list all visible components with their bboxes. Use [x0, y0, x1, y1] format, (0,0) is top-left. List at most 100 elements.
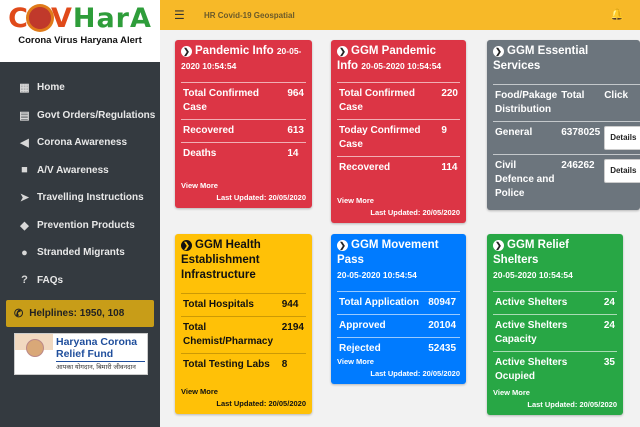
chevron-circle-icon: ❯ — [181, 240, 192, 251]
phone-icon: ✆ — [14, 308, 24, 320]
brand-logo[interactable]: C VHarA Corona Virus Haryana Alert — [0, 0, 160, 62]
covhara-logo: C VHarA — [8, 3, 152, 34]
last-updated: Last Updated: 20/05/2020 — [370, 208, 460, 217]
sidebar-item-travelling[interactable]: ➤ Travelling Instructions — [0, 184, 160, 212]
sidebar-item-corona-awareness[interactable]: ◀ Corona Awareness — [0, 129, 160, 157]
portrait-image — [15, 334, 53, 374]
stat-value: 14 — [285, 142, 306, 165]
click-label: Click — [602, 84, 640, 122]
stats-table: Food/Pakage Distribution Total Click Gener… — [493, 84, 640, 205]
sidebar-item-home[interactable]: ▦ Home — [0, 74, 160, 102]
page-title: HR Covid-19 Geospatial — [204, 10, 295, 20]
sidebar-item-label: Govt Orders/Regulations — [37, 109, 156, 121]
table-row: Recovered 114 — [337, 156, 460, 179]
stat-label: General — [493, 121, 560, 155]
stat-label: Approved — [337, 314, 427, 338]
stat-label: Today Confirmed Case — [337, 119, 440, 157]
chevron-circle-icon: ❯ — [337, 46, 348, 57]
sidebar-item-label: Stranded Migrants — [37, 247, 125, 259]
stat-label: Total Testing Labs — [181, 353, 280, 376]
stat-value: 8 — [279, 353, 306, 376]
sidebar-item-migrants[interactable]: ● Stranded Migrants — [0, 239, 160, 267]
essential-services-card: ❯ GGM Essential Services Food/Pakage Dist… — [487, 40, 640, 210]
card-date: 20-05-2020 10:54:54 — [337, 270, 417, 280]
stat-value: 246262 — [559, 154, 603, 205]
table-row: Total Hospitals 944 — [181, 293, 306, 317]
table-row: Approved 20104 — [337, 314, 460, 338]
sidebar-item-label: FAQs — [37, 274, 64, 286]
hamburger-icon[interactable]: ☰ — [174, 8, 188, 22]
last-updated: Last Updated: 20/05/2020 — [216, 399, 306, 408]
stat-value: 2194 — [279, 316, 306, 354]
table-row: Total Confirmed Case 964 — [181, 82, 306, 120]
view-more-link[interactable]: View More — [337, 357, 374, 366]
ggm-pandemic-card: ❯ GGM Pandemic Info 20-05-2020 10:54:54 T… — [331, 40, 466, 223]
sidebar-item-govt-orders[interactable]: ▤ Govt Orders/Regulations — [0, 102, 160, 130]
card-date: 20-05-2020 10:54:54 — [361, 61, 442, 71]
view-more-link[interactable]: View More — [181, 387, 218, 396]
table-row: Active Shelters 24 — [493, 291, 617, 315]
table-row: General 6378025 Details — [493, 121, 640, 155]
stats-table: Total Confirmed Case 220 Today Confirmed … — [337, 82, 460, 179]
chevron-circle-icon: ❯ — [493, 240, 504, 251]
stat-value: 9 — [439, 119, 460, 157]
sidebar-item-prevention[interactable]: ◆ Prevention Products — [0, 212, 160, 240]
stat-label: Total Hospitals — [181, 293, 280, 317]
grid-icon: ▦ — [19, 82, 30, 95]
megaphone-icon: ◀ — [20, 137, 29, 150]
view-more-link[interactable]: View More — [337, 196, 374, 205]
card-title: Pandemic Info — [195, 45, 274, 57]
users-icon: ● — [21, 246, 28, 259]
sidebar-item-av-awareness[interactable]: ■ A/V Awareness — [0, 157, 160, 185]
last-updated: Last Updated: 20/05/2020 — [370, 369, 460, 378]
sidebar: C VHarA Corona Virus Haryana Alert ▦ Home … — [0, 0, 160, 427]
bell-icon[interactable]: 🔔 — [610, 8, 624, 21]
health-infrastructure-card: ❯ GGM Health Establishment Infrastructure… — [175, 234, 312, 414]
table-row: Food/Pakage Distribution Total Click — [493, 84, 640, 122]
sidebar-nav: ▦ Home ▤ Govt Orders/Regulations ◀ Corona A… — [0, 74, 160, 294]
stat-value: 24 — [601, 314, 617, 352]
stat-label: Deaths — [181, 142, 286, 165]
view-more-link[interactable]: View More — [493, 388, 530, 397]
stat-label: Total Confirmed Case — [337, 82, 440, 120]
chevron-circle-icon: ❯ — [181, 46, 192, 57]
helpline-bar[interactable]: ✆ Helplines: 1950, 108 — [6, 300, 154, 327]
table-row: Total Confirmed Case 220 — [337, 82, 460, 120]
pandemic-info-card: ❯ Pandemic Info 20-05-2020 10:54:54 Total… — [175, 40, 312, 208]
card-title: GGM Health Establishment Infrastructure — [181, 239, 261, 281]
stat-label: Active Shelters Capacity — [493, 314, 602, 352]
stat-value: 24 — [601, 291, 617, 315]
stat-label: Food/Pakage Distribution — [493, 84, 560, 122]
table-row: Active Shelters Capacity 24 — [493, 314, 617, 352]
relief-slogan: आपका योगदान, बिमारी जीवनदान — [56, 361, 145, 371]
card-date: 20-05-2020 10:54:54 — [493, 270, 573, 280]
details-button[interactable]: Details — [604, 159, 640, 183]
stat-value: 6378025 — [559, 121, 603, 155]
view-more-link[interactable]: View More — [181, 181, 218, 190]
sidebar-item-faqs[interactable]: ? FAQs — [0, 267, 160, 295]
last-updated: Last Updated: 20/05/2020 — [527, 400, 617, 409]
stat-value: 964 — [285, 82, 306, 120]
stat-value: Total — [559, 84, 603, 122]
stat-label: Total Confirmed Case — [181, 82, 286, 120]
stats-table: Total Application 80947 Approved 20104 Rej… — [337, 291, 460, 360]
stat-value: 80947 — [426, 291, 460, 315]
sidebar-item-label: Home — [37, 82, 65, 94]
card-title: GGM Movement Pass — [337, 239, 439, 266]
card-title: GGM Essential Services — [493, 45, 589, 72]
video-icon: ■ — [21, 164, 28, 177]
stat-label: Recovered — [181, 119, 286, 143]
table-row: Recovered 613 — [181, 119, 306, 143]
relief-shelters-card: ❯ GGM Relief Shelters 20-05-2020 10:54:54 … — [487, 234, 623, 415]
stat-label: Active Shelters — [493, 291, 602, 315]
relief-fund-banner[interactable]: Haryana Corona Relief Fund आपका योगदान, … — [14, 333, 148, 375]
chevron-circle-icon: ❯ — [493, 46, 504, 57]
stats-table: Total Confirmed Case 964 Recovered 613 Dea… — [181, 82, 306, 165]
question-icon: ? — [21, 274, 28, 287]
top-bar: ☰ HR Covid-19 Geospatial 🔔 — [160, 0, 640, 30]
details-button[interactable]: Details — [604, 126, 640, 150]
document-icon: ▤ — [19, 109, 30, 122]
sidebar-item-label: Travelling Instructions — [37, 192, 144, 204]
relief-title: Haryana Corona — [56, 336, 138, 348]
stat-label: Total Chemist/Pharmacy — [181, 316, 280, 354]
